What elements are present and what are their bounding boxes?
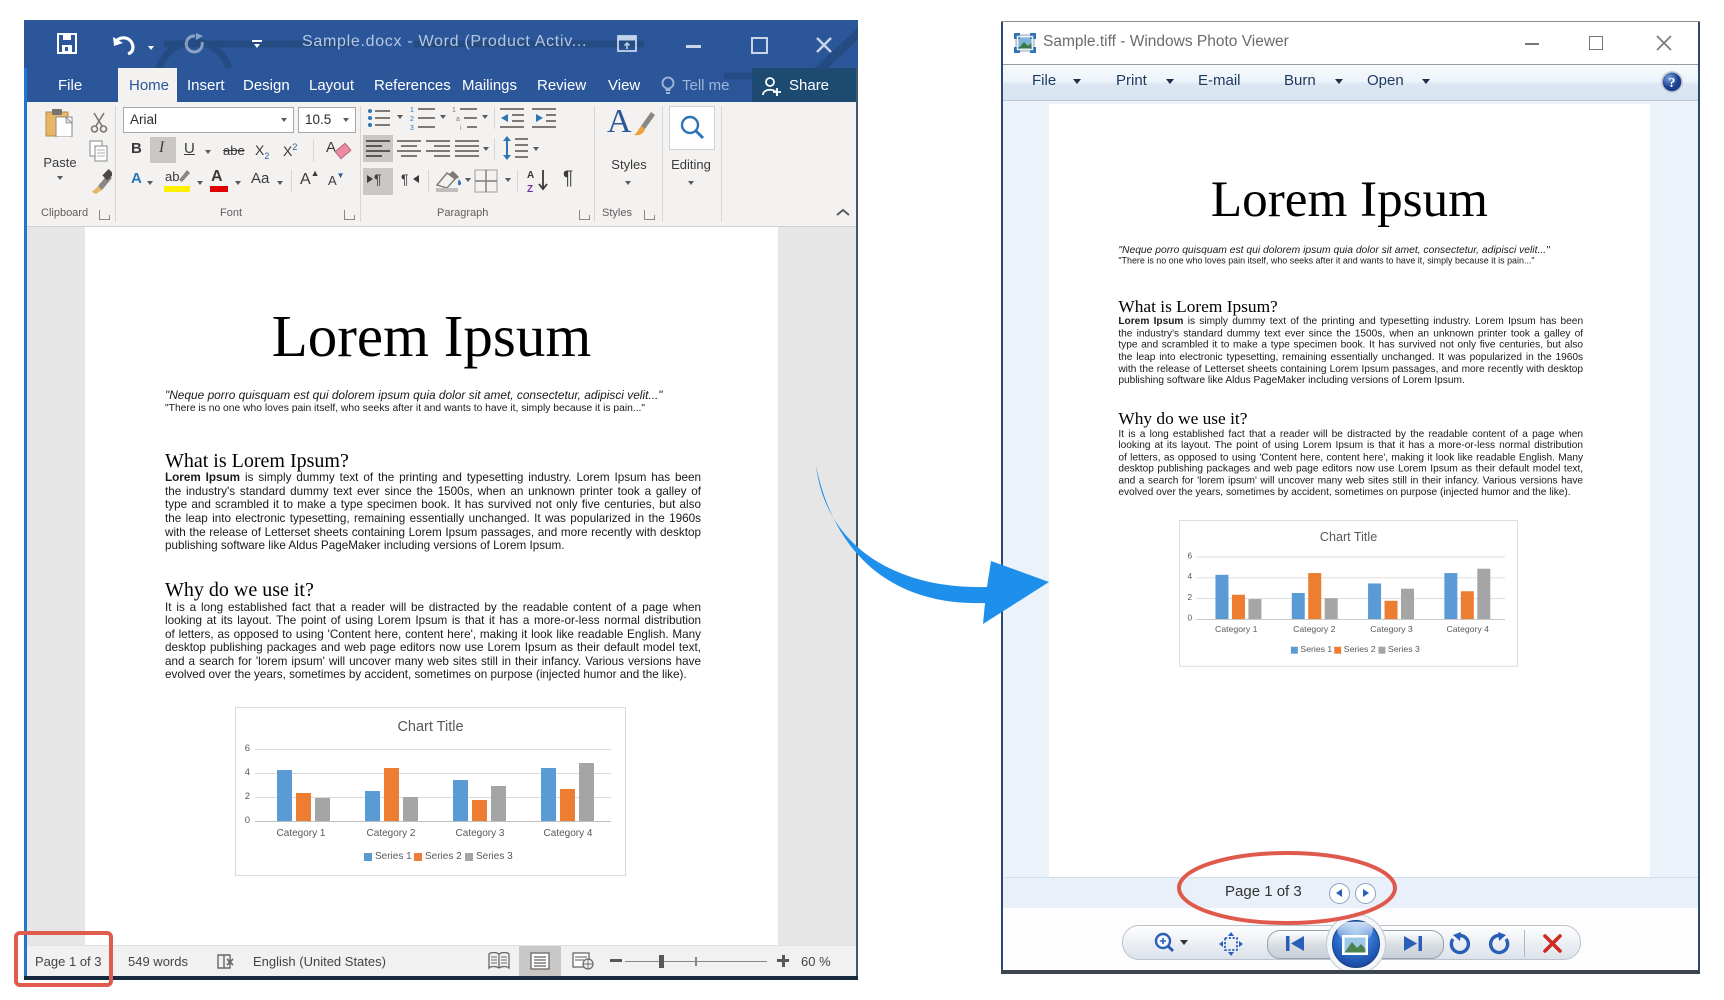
svg-text:1: 1 [452, 107, 456, 114]
svg-text:2: 2 [410, 116, 414, 123]
svg-text:?: ? [1669, 76, 1676, 91]
svg-text:A: A [527, 170, 534, 181]
svg-text:a: a [456, 116, 460, 123]
svg-text:i: i [460, 125, 462, 131]
svg-text:Z: Z [527, 184, 533, 194]
svg-text:3: 3 [410, 125, 414, 131]
svg-text:1: 1 [410, 107, 414, 114]
